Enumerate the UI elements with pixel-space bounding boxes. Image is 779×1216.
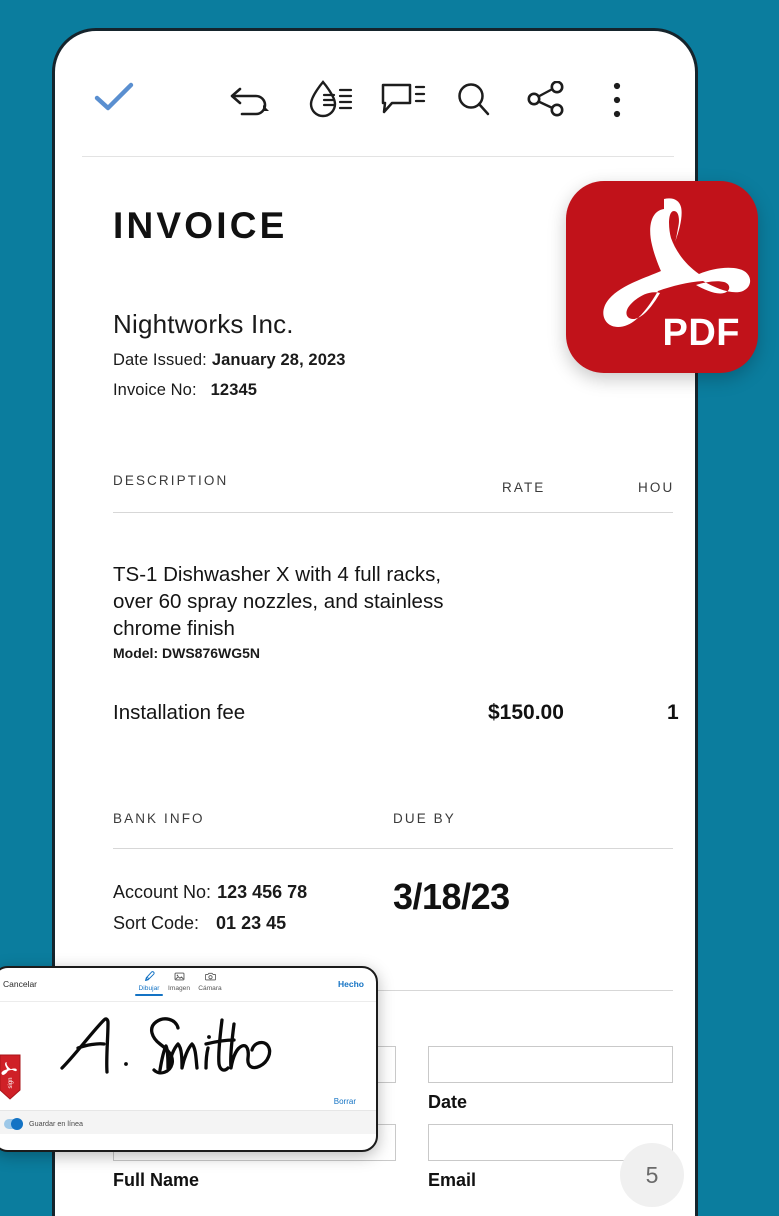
email-label: Email <box>428 1170 477 1190</box>
date-issued-label: Date Issued: <box>113 351 207 369</box>
done-button[interactable]: Hecho <box>338 979 364 989</box>
erase-button[interactable]: Borrar <box>334 1097 356 1106</box>
tab-camara[interactable]: Cámara <box>188 971 232 992</box>
tab-label: Cámara <box>198 985 222 992</box>
invoice-no-label: Invoice No: <box>113 381 197 399</box>
page-title: INVOICE <box>113 205 288 246</box>
svg-text:sign: sign <box>8 1077 14 1088</box>
comment-icon[interactable] <box>380 81 426 117</box>
check-icon[interactable] <box>93 81 135 113</box>
signature-dialog[interactable]: Cancelar Dibujar Imagen Cámara Hecho sig… <box>0 966 378 1152</box>
tab-active-underline <box>135 994 163 996</box>
bank-details: Account No: 123 456 78 Sort Code: 01 23 … <box>113 876 637 962</box>
full-name-label: Full Name <box>113 1170 200 1190</box>
sort-code-value: 01 23 45 <box>216 913 287 933</box>
line-item-model: Model: DWS876WG5N <box>113 645 261 661</box>
date-issued-row: Date Issued: January 28, 2023 <box>113 351 637 370</box>
line-item-rate: $150.00 <box>488 701 564 724</box>
account-no-row: Account No: 123 456 78 <box>113 882 637 903</box>
date-issued-value: January 28, 2023 <box>211 351 346 369</box>
line-item-hours: 1 <box>667 701 679 724</box>
table-row: Installation fee $150.00 1 <box>113 701 679 731</box>
account-no-value: 123 456 78 <box>217 882 308 902</box>
more-options-icon[interactable] <box>610 81 624 119</box>
search-icon[interactable] <box>455 81 495 117</box>
sort-code-row: Sort Code: 01 23 45 <box>113 913 637 934</box>
bank-section-header: BANK INFO DUE BY <box>113 811 673 853</box>
items-divider <box>113 512 673 513</box>
date-label: Date <box>428 1092 468 1112</box>
line-item-description: Installation fee <box>113 701 246 724</box>
invoice-no-row: Invoice No: 12345 <box>113 381 637 400</box>
acrobat-bookmark-tag-icon: sign <box>0 1054 22 1105</box>
invoice-no-value: 12345 <box>210 381 258 399</box>
column-header-rate: RATE <box>502 480 546 495</box>
column-header-hours: HOU <box>638 480 675 495</box>
column-header-bank-info: BANK INFO <box>113 811 205 826</box>
save-online-toggle[interactable] <box>4 1118 23 1130</box>
pdf-logo-text: PDF <box>662 312 740 354</box>
bank-divider <box>113 848 673 849</box>
cancel-button[interactable]: Cancelar <box>3 979 37 989</box>
line-item-description: TS-1 Dishwasher X with 4 full racks, ove… <box>113 563 444 640</box>
sort-code-label: Sort Code: <box>113 913 200 933</box>
account-no-label: Account No: <box>113 882 212 902</box>
camera-icon <box>188 971 232 985</box>
column-header-due-by: DUE BY <box>393 811 456 826</box>
signature-dialog-header: Cancelar Dibujar Imagen Cámara Hecho <box>0 968 376 1002</box>
column-header-description: DESCRIPTION <box>113 473 229 488</box>
app-toolbar <box>55 31 695 157</box>
date-input[interactable] <box>428 1046 673 1083</box>
company-name: Nightworks Inc. <box>113 309 294 339</box>
save-online-label: Guardar en línea <box>29 1119 83 1128</box>
tab-label: Imagen <box>168 985 190 992</box>
due-date-value: 3/18/23 <box>393 876 510 917</box>
signature-dialog-footer: Guardar en línea <box>0 1110 376 1134</box>
share-icon[interactable] <box>527 81 569 117</box>
signature-canvas[interactable]: sign Borrar <box>0 1002 376 1110</box>
liquid-mode-icon[interactable] <box>307 79 355 119</box>
signature-drawing <box>56 1006 306 1093</box>
adobe-pdf-logo: PDF <box>566 181 758 373</box>
undo-icon[interactable] <box>230 81 276 117</box>
items-table-header: DESCRIPTION RATE HOU <box>113 473 673 517</box>
page-number-badge: 5 <box>620 1143 684 1207</box>
